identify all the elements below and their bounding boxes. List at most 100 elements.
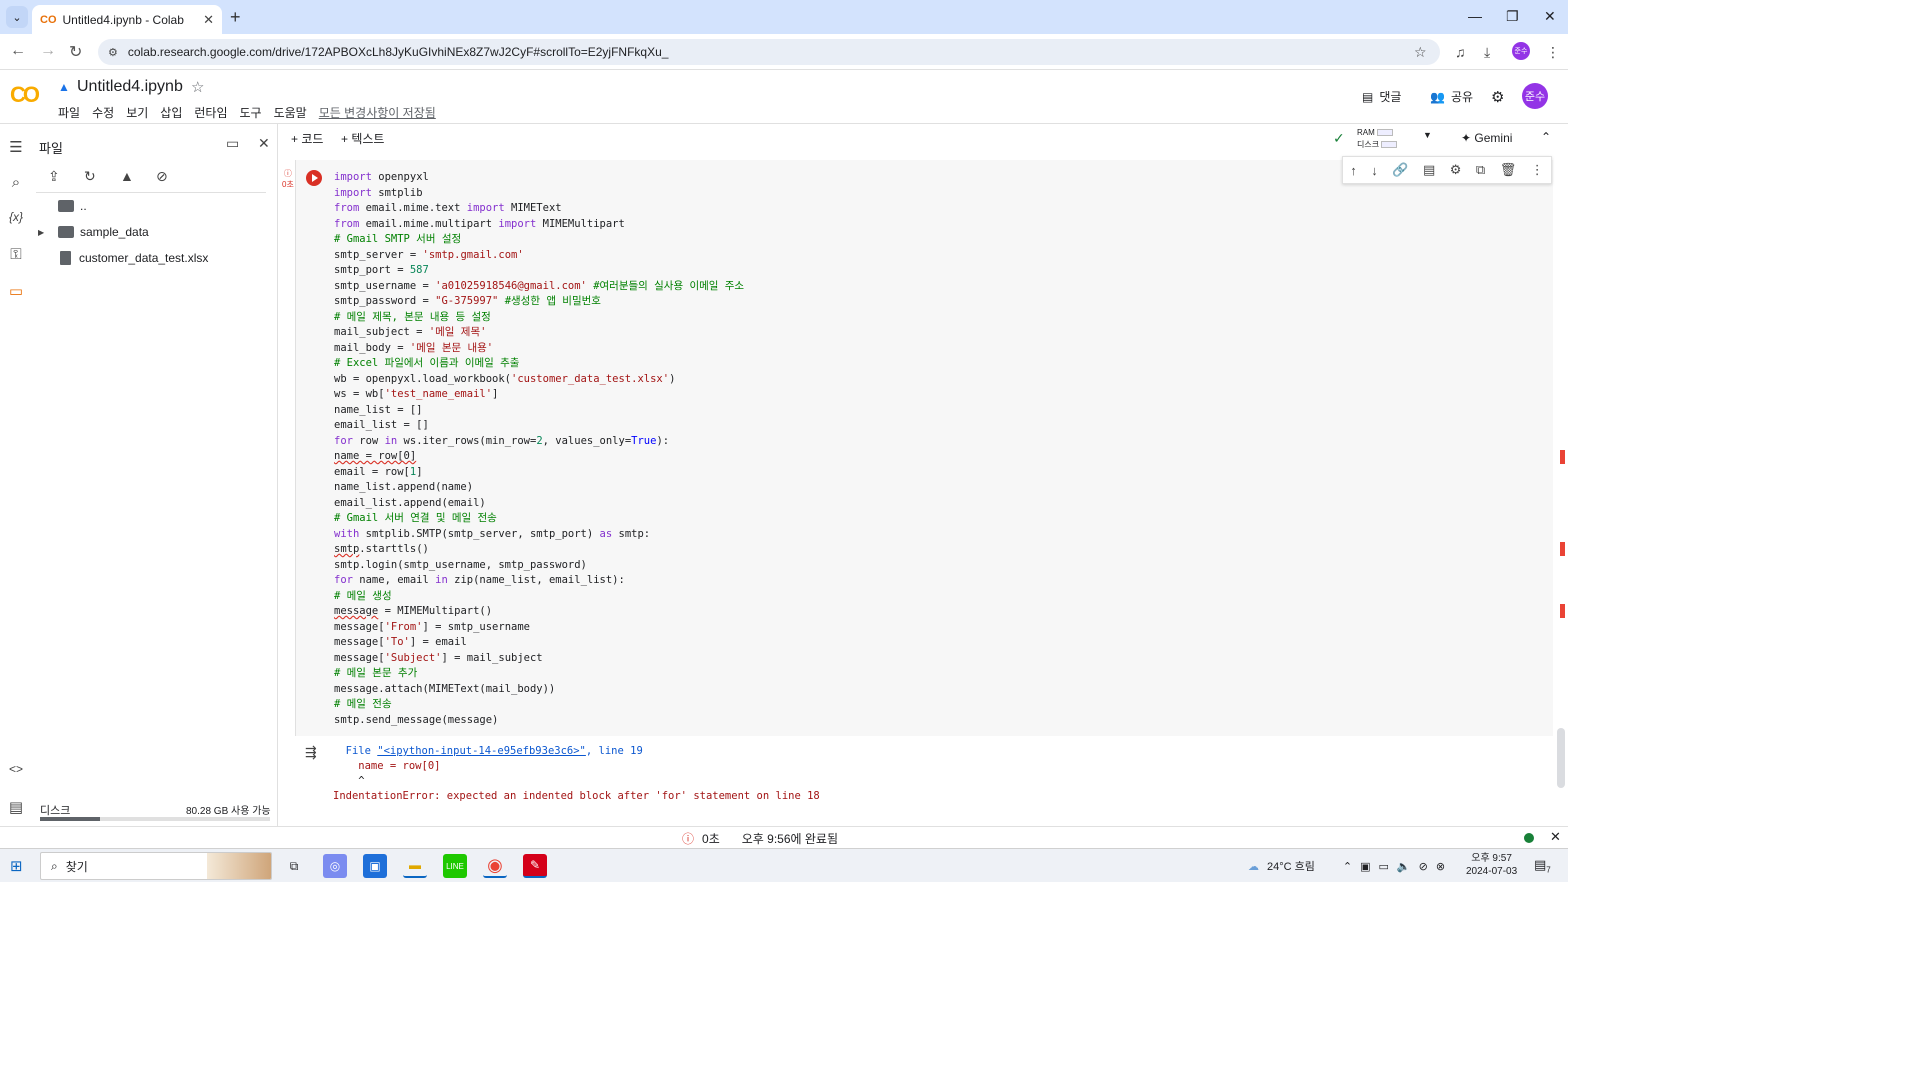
menu-edit[interactable]: 수정 [92,104,114,121]
refresh-icon[interactable]: ↻ [84,168,96,185]
profile-avatar[interactable]: 준수 [1512,42,1530,60]
menu-file[interactable]: 파일 [58,104,80,121]
ime-icon[interactable]: ⊗ [1436,860,1445,873]
battery-icon[interactable]: ▭ [1379,860,1389,873]
expand-chevron-icon[interactable]: ▶ [38,228,58,237]
code-snippets-icon[interactable]: <> [6,762,26,776]
collapse-chevron-icon[interactable]: ⌃ [1541,130,1551,144]
folder-icon [58,200,74,212]
site-info-icon[interactable]: ⚙ [108,46,118,59]
hide-files-icon[interactable]: ⊘ [156,168,168,185]
weather-cloud-icon[interactable]: ☁ [1248,860,1259,873]
toc-icon[interactable]: ☰ [6,138,26,156]
tray-app-icon[interactable]: ▣ [1360,860,1370,873]
taskbar-clock[interactable]: 오후 9:57 2024-07-03 [1466,852,1517,878]
delete-icon[interactable]: 🗑 [1500,162,1517,178]
omnibox[interactable]: ⚙ colab.research.google.com/drive/172APB… [98,39,1440,65]
output-options-icon[interactable]: ⇶ [305,744,317,761]
weather-text[interactable]: 24°C 흐림 [1267,858,1315,874]
network-icon[interactable]: ⊘ [1419,860,1428,873]
close-panel-icon[interactable]: ✕ [258,135,270,152]
chrome-menu-icon[interactable]: ⋮ [1546,44,1560,61]
taskbar-search[interactable]: ⌕ 찾기 [40,852,272,880]
comment-button[interactable]: ▤ 댓글 [1362,88,1401,105]
windows-start-icon[interactable]: ⊞ [10,857,23,875]
upload-file-icon[interactable]: ⇪ [48,168,60,185]
status-close-icon[interactable]: ✕ [1550,829,1561,845]
add-text-button[interactable]: + 텍스트 [341,130,384,147]
cell-settings-icon[interactable]: ⚙ [1450,162,1462,178]
minimize-button[interactable]: — [1468,8,1482,24]
app-icon[interactable]: ◎ [323,854,347,878]
tab-close-icon[interactable]: ✕ [203,12,214,28]
pdf-reader-icon[interactable]: ✎ [523,854,547,878]
chrome-icon[interactable]: ◉ [483,854,507,878]
share-button[interactable]: 👥 공유 [1430,88,1473,105]
speaker-icon[interactable]: 🔈 [1397,860,1411,873]
new-tab-button[interactable]: + [230,7,241,28]
mount-drive-icon[interactable]: ▲ [120,168,134,184]
tab-search-button[interactable]: ⌄ [6,6,28,28]
file-item-parent[interactable]: .. [32,194,278,218]
search-icon[interactable]: ⌕ [6,174,26,191]
browser-tab-active[interactable]: CO Untitled4.ipynb - Colab ✕ [32,5,222,34]
disk-label: 디스크 [40,805,71,817]
colab-logo[interactable]: CO [10,82,40,108]
tray-chevron-icon[interactable]: ⌃ [1343,860,1352,873]
back-button[interactable]: ← [10,42,26,60]
open-in-tab-icon[interactable]: ▭ [226,135,239,152]
cell-output: ⇶ File "<ipython-input-14-e95efb93e3c6>"… [295,738,1553,826]
comment-icon[interactable]: ▤ [1423,162,1435,178]
close-window-button[interactable]: ✕ [1544,8,1556,25]
command-palette-icon[interactable]: ▤ [6,798,26,816]
status-completed: 오후 9:56에 완료됨 [741,832,838,846]
menu-runtime[interactable]: 런타임 [194,104,227,121]
gemini-button[interactable]: ✦ Gemini [1461,131,1512,145]
task-view-icon[interactable]: ⧉ [282,854,306,878]
menu-tools[interactable]: 도구 [240,104,262,121]
execution-status[interactable]: ⓘ 0초 오후 9:56에 완료됨 [682,830,838,847]
drive-icon[interactable]: ▲ [58,80,70,94]
star-icon[interactable]: ☆ [191,78,204,96]
windows-taskbar: ⊞ ⌕ 찾기 ⧉ ◎ ▣ ▬ LINE ◉ ✎ ☁ 24°C 흐림 ⌃ ▣ ▭ … [0,848,1568,882]
code-editor[interactable]: import openpyxl import smtplib from emai… [334,170,744,728]
notification-icon[interactable]: ▤7 [1534,857,1551,875]
code-cell[interactable]: ⓘ 0초 ↑ ↓ 🔗 ▤ ⚙ ⧉ 🗑 ⋮ import openpyxl imp… [282,156,1565,736]
file-explorer-icon[interactable]: ▬ [403,854,427,878]
file-item-customer-data[interactable]: customer_data_test.xlsx [32,246,278,270]
notebook-title[interactable]: Untitled4.ipynb [77,78,183,96]
move-down-icon[interactable]: ↓ [1371,163,1378,178]
media-control-icon[interactable]: ♫ [1455,44,1466,60]
settings-gear-icon[interactable]: ⚙ [1491,88,1504,106]
user-avatar[interactable]: 준수 [1522,83,1548,109]
reload-button[interactable]: ↻ [69,42,82,62]
menu-insert[interactable]: 삽입 [160,104,182,121]
menu-view[interactable]: 보기 [126,104,148,121]
restore-button[interactable]: ❐ [1506,8,1519,25]
variables-icon[interactable]: {x} [6,210,26,224]
file-item-sample-data[interactable]: ▶ sample_data [32,220,278,244]
runtime-dropdown-icon[interactable]: ▼ [1423,130,1432,140]
menu-help[interactable]: 도움말 [274,104,307,121]
resource-monitor[interactable]: RAM 디스크 [1357,127,1398,151]
saved-status[interactable]: 모든 변경사항이 저장됨 [319,104,436,121]
run-cell-button[interactable] [306,170,322,186]
store-icon[interactable]: ▣ [363,854,387,878]
add-code-button[interactable]: + 코드 [291,130,323,147]
mirror-cell-icon[interactable]: ⧉ [1476,162,1485,178]
files-folder-icon[interactable]: ▭ [6,282,26,300]
line-messenger-icon[interactable]: LINE [443,854,467,878]
notebook-scrollbar[interactable] [1557,728,1565,788]
more-options-icon[interactable]: ⋮ [1531,162,1544,178]
move-up-icon[interactable]: ↑ [1350,163,1357,178]
bookmark-star-icon[interactable]: ☆ [1414,44,1427,61]
link-icon[interactable]: 🔗 [1392,162,1408,178]
folder-icon [58,226,74,238]
gemini-label: Gemini [1474,131,1513,145]
download-icon[interactable]: ⤓ [1484,44,1490,61]
forward-button[interactable]: → [40,42,56,60]
disk-label-small: 디스크 [1357,140,1380,149]
secrets-key-icon[interactable]: ⚿ [6,246,26,263]
url-text[interactable]: colab.research.google.com/drive/172APBOX… [128,45,669,59]
traceback-file-link[interactable]: "<ipython-input-14-e95efb93e3c6>" [377,745,586,757]
